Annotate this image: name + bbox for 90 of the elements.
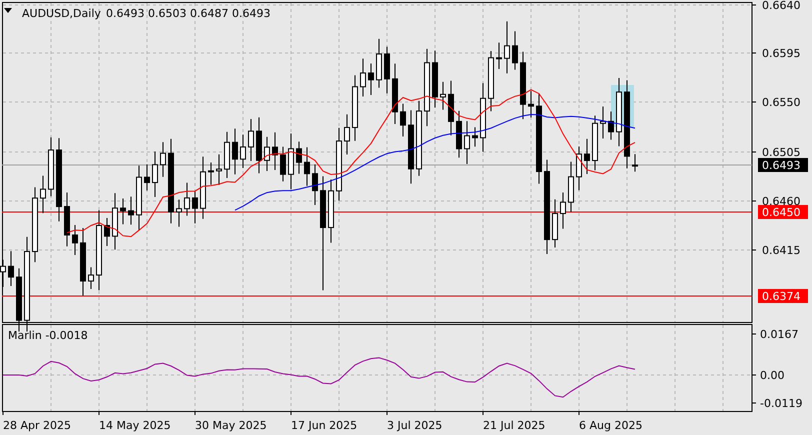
candlestick <box>248 118 254 162</box>
candlestick <box>488 50 494 112</box>
candlestick <box>608 111 614 140</box>
candlestick <box>120 198 126 225</box>
candlestick <box>456 110 462 158</box>
candlestick <box>600 106 606 140</box>
candlestick <box>208 162 214 186</box>
candlestick <box>472 126 478 148</box>
candlestick <box>224 131 230 178</box>
candlestick <box>264 136 270 172</box>
candlestick <box>560 192 566 230</box>
symbol-label: AUDUSD,Daily <box>22 7 101 20</box>
price-value: 0.6503 <box>148 7 186 20</box>
candlestick <box>304 146 310 186</box>
price-value: 0.6493 <box>232 7 270 20</box>
axis-label: 0.6595 <box>762 47 800 60</box>
candlestick <box>40 175 46 214</box>
candlestick <box>160 142 166 178</box>
candlestick <box>400 103 406 138</box>
candlestick <box>48 136 54 197</box>
candlestick <box>328 179 334 244</box>
date-label: 17 Jun 2025 <box>291 419 358 432</box>
candlestick <box>592 115 598 171</box>
candlestick <box>376 38 382 88</box>
candlestick <box>136 165 142 231</box>
candlestick <box>448 80 454 136</box>
candlestick <box>440 81 446 110</box>
candlestick <box>80 227 86 296</box>
candlestick <box>360 58 366 97</box>
candlestick <box>288 133 294 190</box>
candlestick <box>480 82 486 152</box>
candlestick <box>512 30 518 70</box>
candlestick <box>368 63 374 96</box>
dropdown-icon[interactable] <box>4 8 12 13</box>
candlestick <box>528 90 534 118</box>
date-label: 21 Jul 2025 <box>483 419 546 432</box>
candlestick <box>312 164 318 206</box>
price-tag: 0.6493 <box>758 158 808 172</box>
axis-label: 0.6460 <box>762 195 800 208</box>
candlestick <box>232 128 238 175</box>
candlestick <box>392 63 398 124</box>
axis-label: 0.6550 <box>762 96 800 109</box>
candlestick <box>128 196 134 226</box>
date-label: 30 May 2025 <box>195 419 267 432</box>
candlestick <box>152 150 158 198</box>
candlestick <box>256 116 262 174</box>
candlestick <box>72 224 78 256</box>
candlestick <box>464 120 470 164</box>
candlestick <box>432 50 438 108</box>
axis-label: 0.6505 <box>762 146 800 159</box>
date-label: 6 Aug 2025 <box>579 419 642 432</box>
candlestick <box>8 250 14 286</box>
candlestick <box>272 132 278 170</box>
candlestick <box>568 161 574 212</box>
candlestick <box>64 192 70 247</box>
candlestick <box>216 154 222 186</box>
candlestick <box>184 182 190 216</box>
candlestick <box>104 218 110 246</box>
candlestick <box>584 138 590 174</box>
candlestick <box>504 20 510 74</box>
candlestick <box>88 266 94 290</box>
candlestick <box>280 146 286 182</box>
date-label: 3 Jul 2025 <box>387 419 442 432</box>
axis-label: -0.0119 <box>760 397 802 410</box>
price-tag: 0.6374 <box>758 289 808 303</box>
candlestick <box>176 199 182 228</box>
candlestick <box>632 154 638 172</box>
axis-label: 0.6640 <box>762 0 800 12</box>
candlestick <box>112 192 118 250</box>
candlestick <box>144 164 150 191</box>
candlestick <box>576 146 582 191</box>
axis-label: 0.0167 <box>760 328 798 341</box>
candlestick <box>496 42 502 70</box>
candlestick <box>520 51 526 120</box>
candlestick <box>192 190 198 224</box>
axis-label: 0.00 <box>760 369 784 382</box>
candlestick <box>352 74 358 142</box>
price-value: 0.6493 <box>106 7 144 20</box>
candlestick <box>344 114 350 155</box>
price-value: 0.6487 <box>190 7 228 20</box>
price-tag: 0.6450 <box>758 205 808 219</box>
date-label: 14 May 2025 <box>99 419 171 432</box>
candlestick <box>552 198 558 248</box>
candlestick <box>384 46 390 94</box>
date-label: 28 Apr 2025 <box>3 419 72 432</box>
candlestick <box>200 156 206 220</box>
candlestick <box>296 141 302 174</box>
candlestick <box>240 134 246 168</box>
axis-label: 0.6415 <box>762 244 800 257</box>
indicator-label: Marlin -0.0018 <box>8 329 88 342</box>
